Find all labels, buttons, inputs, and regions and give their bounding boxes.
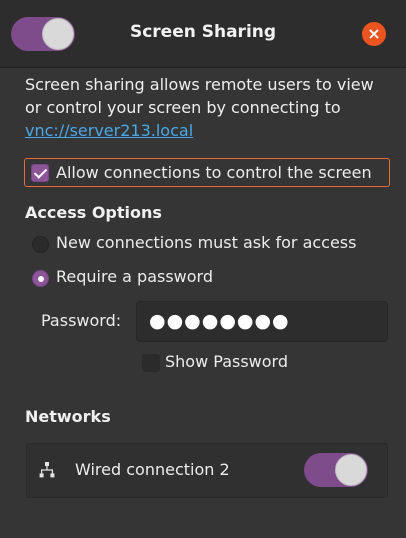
description-body: Screen sharing allows remote users to vi… xyxy=(25,75,374,117)
close-button[interactable]: × xyxy=(362,22,386,46)
network-wired-icon xyxy=(39,462,55,478)
password-label: Password: xyxy=(41,311,122,330)
network-list: Wired connection 2 xyxy=(26,443,388,498)
require-password-label: Require a password xyxy=(56,267,213,286)
allow-control-checkbox[interactable] xyxy=(31,164,49,182)
window-title: Screen Sharing xyxy=(129,22,277,42)
ask-access-radio[interactable] xyxy=(32,236,49,253)
allow-control-row[interactable]: Allow connections to control the screen xyxy=(24,158,390,187)
allow-control-label: Allow connections to control the screen xyxy=(56,163,372,182)
password-input[interactable]: ●●●●●●●● xyxy=(136,301,388,342)
access-options-heading: Access Options xyxy=(25,203,162,222)
screen-sharing-dialog: Screen Sharing × Screen sharing allows r… xyxy=(0,0,406,538)
network-label: Wired connection 2 xyxy=(75,460,230,479)
ask-access-label: New connections must ask for access xyxy=(56,233,357,252)
show-password-checkbox[interactable] xyxy=(142,354,160,372)
networks-heading: Networks xyxy=(25,407,111,426)
description-text: Screen sharing allows remote users to vi… xyxy=(25,73,385,142)
show-password-label: Show Password xyxy=(165,352,288,371)
toggle-knob xyxy=(335,454,367,486)
title-bar: Screen Sharing × xyxy=(0,0,406,68)
vnc-address-link[interactable]: vnc://server213.local xyxy=(25,121,193,140)
require-password-radio[interactable] xyxy=(32,270,49,287)
network-toggle[interactable] xyxy=(304,453,368,487)
